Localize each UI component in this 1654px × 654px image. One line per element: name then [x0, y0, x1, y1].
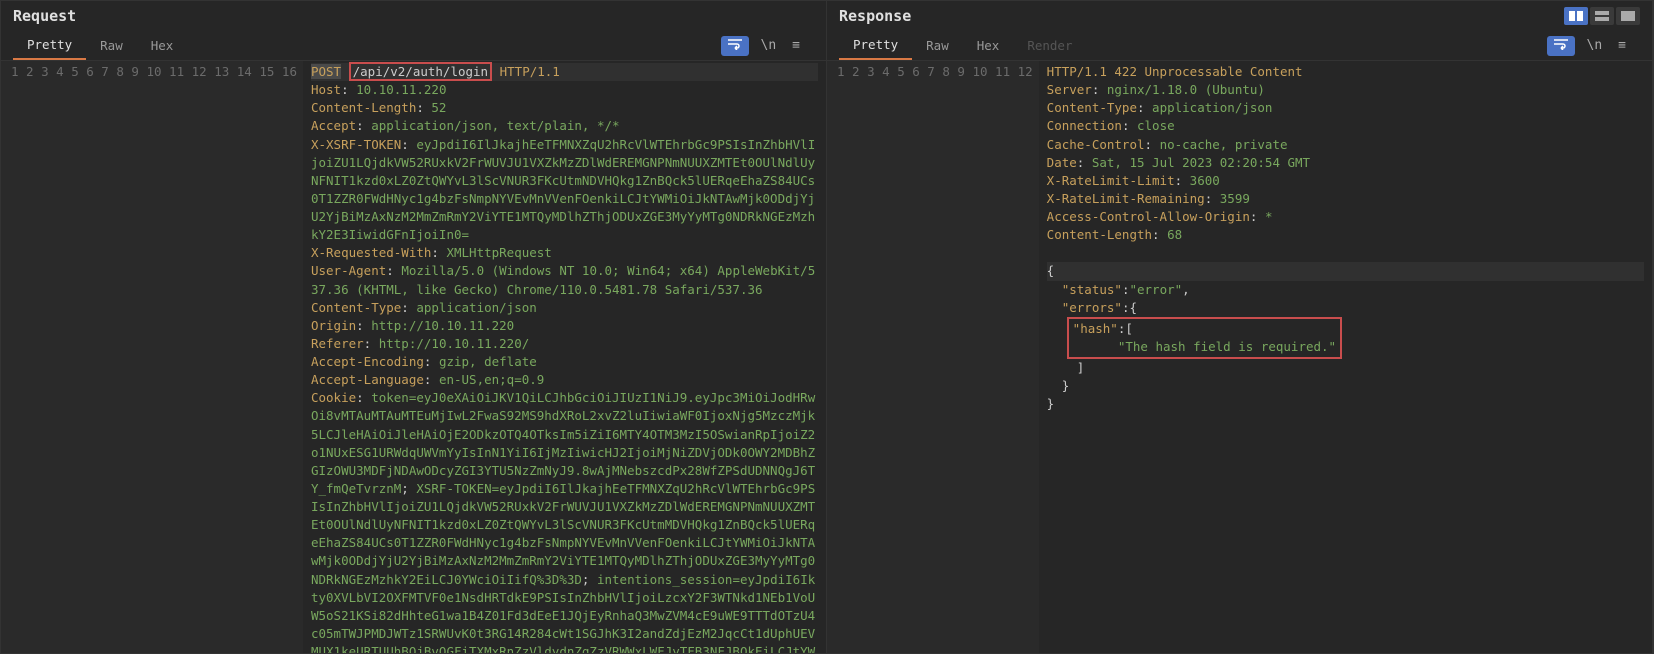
wrap-icon[interactable] — [1547, 36, 1575, 56]
request-editor[interactable]: 1 2 3 4 5 6 7 8 9 10 11 12 13 14 15 16 P… — [1, 61, 826, 653]
menu-icon[interactable]: ≡ — [1614, 36, 1630, 55]
response-tabs: Pretty Raw Hex Render \n ≡ — [827, 25, 1652, 61]
layout-split-icon[interactable] — [1564, 7, 1588, 25]
view-layout-toggles — [1564, 7, 1640, 25]
response-editor[interactable]: 1 2 3 4 5 6 7 8 9 10 11 12 HTTP/1.1 422 … — [827, 61, 1652, 653]
tab-pretty[interactable]: Pretty — [13, 31, 86, 60]
layout-top-icon[interactable] — [1590, 7, 1614, 25]
layout-single-icon[interactable] — [1616, 7, 1640, 25]
response-title: Response — [839, 7, 911, 25]
request-pane: Request Pretty Raw Hex \n ≡ 1 2 3 4 5 6 … — [1, 1, 827, 653]
menu-icon[interactable]: ≡ — [788, 36, 804, 55]
response-pane: Response Pretty Raw Hex Render \n ≡ 1 2 … — [827, 1, 1653, 653]
tab-raw[interactable]: Raw — [86, 32, 137, 59]
request-title: Request — [13, 7, 76, 25]
tab-pretty[interactable]: Pretty — [839, 31, 912, 60]
tab-hex[interactable]: Hex — [137, 32, 188, 59]
newline-icon[interactable]: \n — [1583, 36, 1607, 55]
request-tabs: Pretty Raw Hex \n ≡ — [1, 25, 826, 61]
tab-render[interactable]: Render — [1013, 32, 1086, 59]
newline-icon[interactable]: \n — [757, 36, 781, 55]
tab-raw[interactable]: Raw — [912, 32, 963, 59]
tab-hex[interactable]: Hex — [963, 32, 1014, 59]
wrap-icon[interactable] — [721, 36, 749, 56]
